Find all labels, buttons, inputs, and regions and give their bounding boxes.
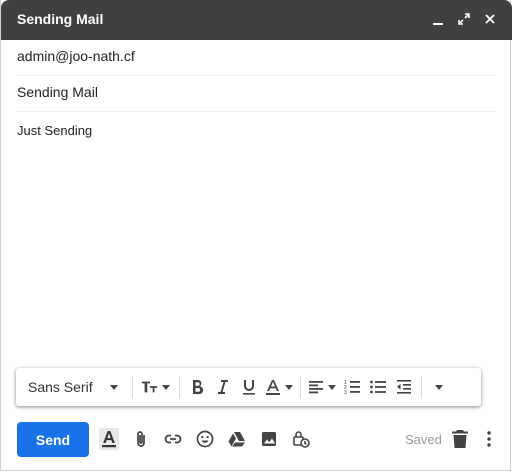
emoji-icon[interactable] [195,428,215,450]
chevron-down-icon [109,382,119,392]
formatting-toolbar: Sans Serif 1 2 3 [16,368,481,406]
window-controls [430,10,498,28]
bold-button[interactable] [184,368,210,406]
indent-less-button[interactable] [391,368,417,406]
italic-icon [218,380,228,394]
indent-less-icon [397,380,411,394]
minimize-icon[interactable] [430,10,446,28]
underline-button[interactable] [236,368,262,406]
align-icon [307,378,337,396]
expand-icon[interactable] [456,10,472,28]
compose-window: Sending Mail admin@joo-nath.cf Sending M… [0,0,512,471]
drive-icon[interactable] [227,428,247,450]
compose-title: Sending Mail [17,11,104,27]
more-options-icon[interactable] [482,429,496,449]
message-body[interactable]: Just Sending [17,123,92,138]
close-icon[interactable] [482,10,498,28]
recipient-field[interactable]: admin@joo-nath.cf [17,48,495,76]
formatting-options-icon[interactable] [99,428,119,450]
compose-actions [99,428,311,450]
compose-titlebar[interactable]: Sending Mail [1,0,512,40]
text-color-icon [264,378,294,396]
toolbar-divider [421,376,422,398]
text-size-button[interactable] [137,368,175,406]
numbered-list-icon: 123 [344,380,360,396]
text-color-button[interactable] [262,368,296,406]
toolbar-divider [300,376,301,398]
text-size-icon [141,378,171,396]
italic-button[interactable] [210,368,236,406]
send-button[interactable]: Send [17,422,89,457]
confidential-icon[interactable] [291,428,311,450]
font-select-label: Sans Serif [28,379,93,395]
bold-icon [193,380,204,395]
photo-icon[interactable] [259,428,279,450]
subject-field[interactable]: Sending Mail [17,84,495,112]
more-formatting-button[interactable] [426,368,452,406]
bulleted-list-icon [370,380,386,394]
toolbar-divider [179,376,180,398]
attach-icon[interactable] [131,428,151,450]
underline-icon [243,380,255,395]
bulleted-list-button[interactable] [365,368,391,406]
numbered-list-button[interactable]: 123 [339,368,365,406]
save-status: Saved [405,432,442,447]
font-select[interactable]: Sans Serif [16,368,128,406]
svg-text:3: 3 [344,390,347,396]
link-icon[interactable] [163,428,183,450]
more-formatting-icon [435,385,443,390]
trash-icon[interactable] [451,429,469,449]
toolbar-divider [132,376,133,398]
align-button[interactable] [305,368,339,406]
